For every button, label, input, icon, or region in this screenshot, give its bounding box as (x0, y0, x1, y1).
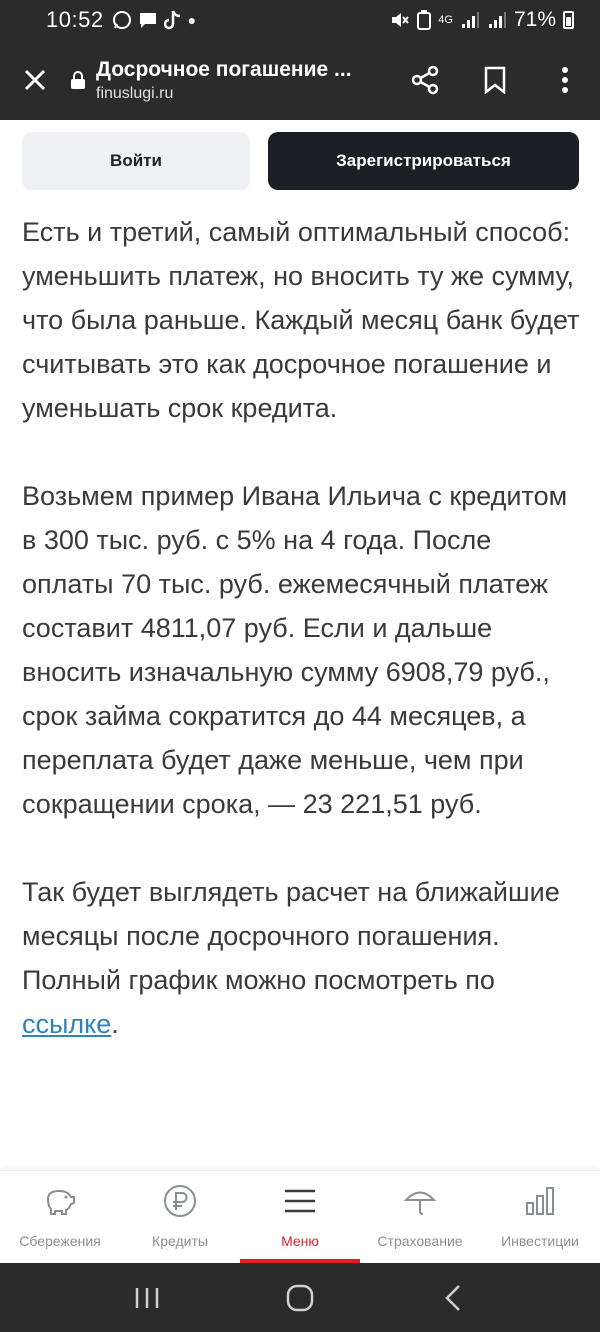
recent-apps-icon (135, 1287, 158, 1308)
auth-panel: Войти Зарегистрироваться (0, 120, 600, 206)
message-icon (139, 13, 156, 28)
back-icon (445, 1284, 461, 1311)
article-body: Есть и третий, самый оптимальный способ:… (22, 210, 582, 1090)
paragraph-text: Так будет выглядеть расчет на ближайшие … (22, 877, 560, 995)
paragraph-end: . (111, 1009, 119, 1039)
page-title: Досрочное погашение ... (96, 57, 352, 81)
battery-saver-icon (417, 10, 432, 30)
battery-icon (563, 11, 574, 29)
register-button[interactable]: Зарегистрироваться (268, 132, 579, 190)
close-button[interactable] (0, 40, 70, 120)
article-paragraph: Есть и третий, самый оптимальный способ:… (22, 217, 580, 423)
nav-label: Страхование (377, 1233, 463, 1249)
login-button[interactable]: Войти (22, 132, 250, 190)
dot-icon: ● (187, 12, 197, 28)
status-right: 4G 71% (390, 8, 574, 32)
back-button[interactable] (423, 1268, 483, 1328)
whatsapp-icon (112, 11, 131, 29)
home-icon (286, 1284, 314, 1311)
close-icon (24, 69, 46, 91)
more-vert-icon (562, 67, 568, 93)
share-icon (411, 65, 439, 95)
bookmark-button[interactable] (460, 40, 530, 120)
browser-toolbar: Досрочное погашение ... finuslugi.ru (0, 40, 600, 120)
nav-item-credits[interactable]: Кредиты (120, 1171, 240, 1264)
bottom-navigation: Сбережения Кредиты Меню Страхование Инве… (0, 1170, 600, 1264)
chart-icon (526, 1187, 554, 1215)
system-navigation-bar (0, 1263, 600, 1332)
menu-icon (285, 1189, 315, 1213)
article-paragraph: Возьмем пример Ивана Ильича с кредитом в… (22, 481, 568, 819)
nav-item-investments[interactable]: Инвестиции (480, 1171, 600, 1264)
mute-icon (392, 13, 410, 27)
article-paragraph-last: Так будет выглядеть расчет на ближайшие … (22, 870, 582, 1046)
status-left: 10:52 ● (46, 7, 196, 33)
nav-label: Инвестиции (501, 1233, 579, 1249)
recent-apps-button[interactable] (117, 1268, 177, 1328)
bookmark-icon (484, 66, 506, 94)
nav-item-savings[interactable]: Сбережения (0, 1171, 120, 1264)
schedule-link[interactable]: ссылке (22, 1009, 111, 1039)
nav-label: Кредиты (152, 1233, 208, 1249)
page-domain: finuslugi.ru (96, 84, 174, 102)
status-time: 10:52 (46, 7, 104, 32)
status-bar: 10:52 ● 4G 71% (0, 0, 600, 40)
battery-percent: 71% (513, 8, 556, 31)
nav-label: Сбережения (19, 1233, 101, 1249)
lock-icon (70, 40, 86, 120)
nav-label: Меню (281, 1233, 319, 1249)
umbrella-icon (403, 1191, 437, 1215)
tiktok-icon (163, 10, 180, 30)
notification-icons: ● (112, 10, 196, 30)
page-info[interactable]: Досрочное погашение ... finuslugi.ru (96, 58, 390, 103)
piggy-bank-icon (46, 1189, 75, 1215)
ruble-icon (164, 1185, 196, 1217)
nav-item-menu[interactable]: Меню (240, 1171, 360, 1264)
signal-icon (488, 12, 506, 28)
more-button[interactable] (530, 40, 600, 120)
network-type: 4G (438, 14, 453, 26)
share-button[interactable] (390, 40, 460, 120)
home-button[interactable] (270, 1268, 330, 1328)
nav-item-insurance[interactable]: Страхование (360, 1171, 480, 1264)
signal-icon (461, 12, 479, 28)
